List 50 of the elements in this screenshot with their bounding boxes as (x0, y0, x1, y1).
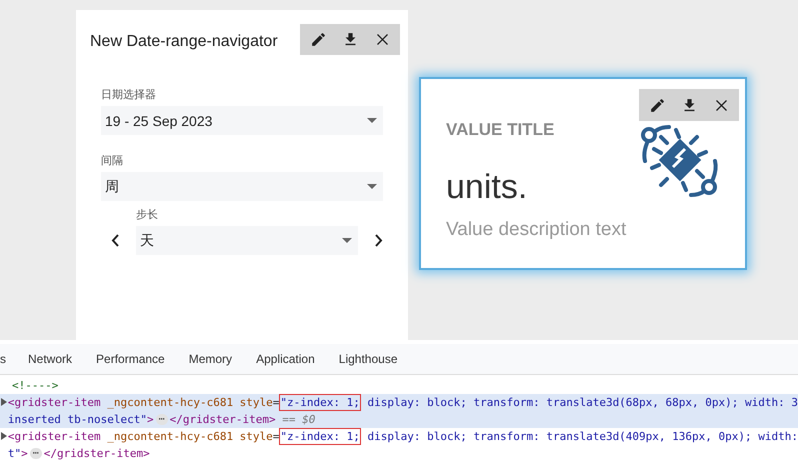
code-text: </gridster-item> (170, 412, 276, 428)
code-text: = (272, 395, 280, 411)
code-text: == $0 (281, 412, 316, 428)
close-icon (374, 32, 390, 47)
value-units: units. (446, 168, 528, 207)
field-label: 步长 (136, 208, 159, 222)
code-text: <!----> (12, 378, 58, 394)
chevron-left-icon (111, 234, 119, 247)
devtools-tab[interactable]: Application (256, 344, 315, 374)
value-title: VALUE TITLE (446, 120, 556, 140)
collapsed-content-button[interactable]: ⋯ (156, 414, 168, 425)
code-text: _ngcontent-hcy-c681 style (106, 395, 273, 411)
highlighted-code: "z-index: 1; (279, 394, 361, 411)
field-label: 间隔 (101, 154, 124, 168)
value-description: Value description text (446, 219, 626, 241)
field-label: 日期选择器 (101, 88, 157, 102)
dom-node-row[interactable]: <!----> (0, 377, 798, 394)
collapsed-content-button[interactable]: ⋯ (30, 448, 42, 459)
code-text: </gridster-item> (44, 446, 150, 462)
select-field[interactable]: 周 (101, 172, 383, 201)
code-text: _ngcontent-hcy-c681 style (106, 429, 273, 445)
caret-icon (367, 118, 377, 123)
code-text: > (146, 412, 154, 428)
code-text: = (272, 429, 280, 445)
select-field[interactable]: 19 - 25 Sep 2023 (101, 106, 383, 135)
edit-icon (648, 96, 666, 114)
expand-triangle-icon[interactable] (0, 432, 7, 440)
edit-icon (310, 31, 326, 48)
close-icon (714, 98, 728, 112)
code-text: <gridster-item (8, 395, 101, 411)
devtools-tab[interactable]: Memory (188, 344, 232, 374)
highlighted-code: "z-index: 1; (279, 428, 361, 445)
caret-icon (367, 184, 377, 189)
code-text: t" (8, 446, 22, 462)
caret-icon (342, 238, 352, 243)
code-text: inserted tb-noselect" (8, 412, 147, 428)
code-text: display: block; transform: translate3d(409px, 136px, 0px); width: (366, 429, 798, 445)
code-text: <gridster-item (8, 429, 101, 445)
devtools-tab[interactable]: Lighthouse (338, 344, 398, 374)
code-text: display: block; transform: translate3d(68px, 68px, 0px); width: 3 (366, 395, 798, 411)
widget-title: New Date-range-navigator (90, 33, 278, 51)
dom-node-row[interactable]: <gridster-item _ngcontent-hcy-c681 style="z-index: 1; display: block; transform: translate3d(409px, 136px, 0px); width: t"> ⋯ </gridster-item> (0, 428, 798, 462)
chevron-right-icon (375, 234, 383, 247)
expand-triangle-icon[interactable] (0, 398, 7, 406)
select-field[interactable]: 天 (136, 226, 358, 255)
code-text: > (21, 446, 28, 462)
devtools-tab[interactable]: Performance (96, 344, 165, 374)
dom-node-row[interactable]: <gridster-item _ngcontent-hcy-c681 style="z-index: 1; display: block; transform: translate3d(68px, 68px, 0px); width: 3 inserted tb-noselect"> ⋯ </gridster-item> == $0 (0, 394, 798, 428)
devtools-tab[interactable]: Network (28, 344, 72, 374)
devtools-tab[interactable]: s (0, 344, 6, 374)
